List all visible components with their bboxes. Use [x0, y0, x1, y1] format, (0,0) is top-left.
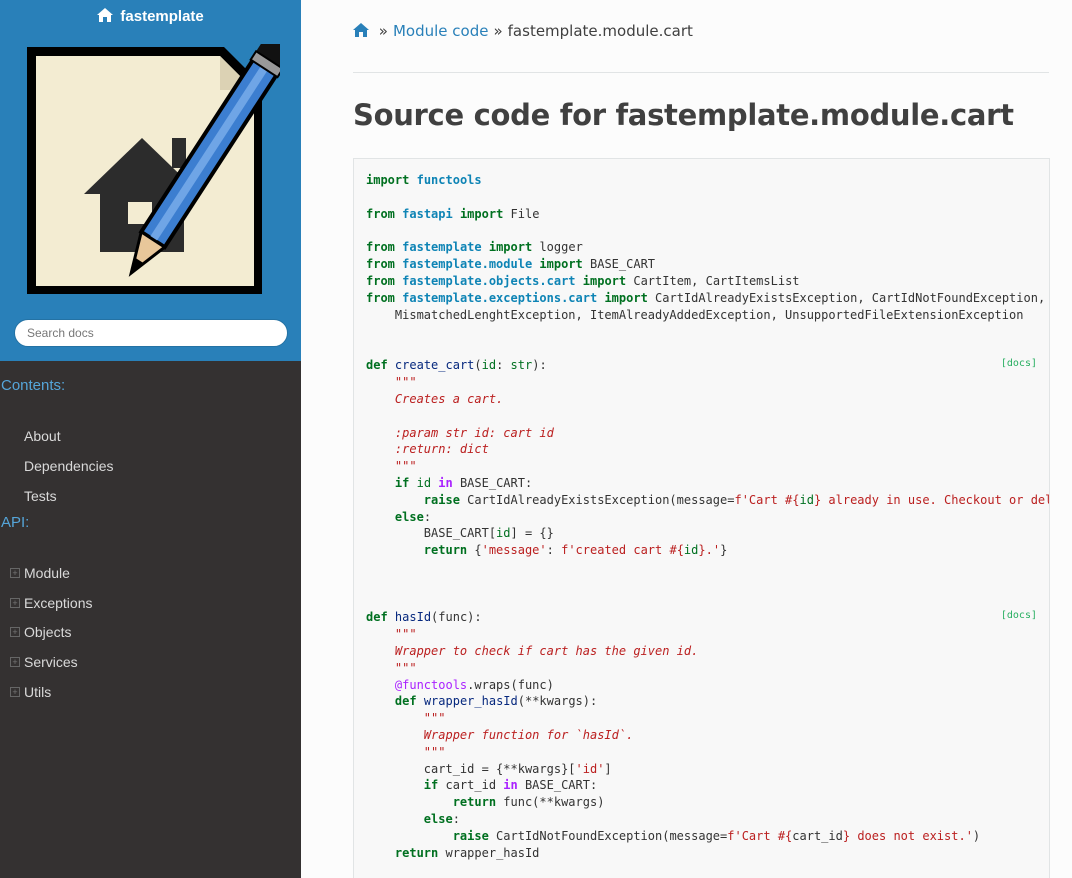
nav-item-label: Objects [24, 624, 72, 640]
home-icon[interactable] [353, 23, 369, 37]
code-line: from fastemplate import logger [366, 240, 583, 254]
code-line: return {'message': f'created cart #{id}.… [423, 543, 728, 557]
expand-icon[interactable]: + [10, 627, 20, 637]
breadcrumb-module-code-link[interactable]: Module code [393, 22, 489, 40]
code-line: :param str id: cart id [394, 426, 554, 440]
code-line: from fastapi import File [366, 207, 540, 221]
code-line: """ [394, 661, 417, 675]
nav-item-dependencies[interactable]: Dependencies [0, 452, 301, 480]
nav-item-module[interactable]: + Module [0, 559, 301, 587]
nav-item-utils[interactable]: + Utils [0, 678, 301, 706]
code-line: return wrapper_hasId [394, 846, 540, 860]
sidebar: fastemplate Contents: About De [0, 0, 301, 878]
code-line: from fastemplate.module import BASE_CART [366, 257, 656, 271]
nav-item-label: Module [24, 565, 70, 581]
breadcrumb-separator: » [493, 22, 503, 40]
project-logo [27, 44, 280, 294]
code-line: raise CartIdNotFoundException(message=f'… [452, 829, 981, 843]
nav-item-about[interactable]: About [0, 422, 301, 450]
code-line: Wrapper to check if cart has the given i… [394, 644, 699, 658]
code-line: Creates a cart. [394, 392, 504, 406]
code-line: MismatchedLenghtException, ItemAlreadyAd… [366, 308, 1024, 322]
code-line: def wrapper_hasId(**kwargs): [394, 694, 598, 708]
source-code-block: import functools from fastapi import Fil… [353, 158, 1050, 878]
expand-icon[interactable]: + [10, 687, 20, 697]
code-line: BASE_CART[id] = {} [366, 526, 554, 540]
code-line: import functools [366, 173, 482, 187]
code-line: """ [423, 711, 446, 725]
nav-item-objects[interactable]: + Objects [0, 618, 301, 646]
code-line: from fastemplate.objects.cart import Car… [366, 274, 800, 288]
search-input[interactable] [14, 319, 288, 347]
sidebar-header: fastemplate [0, 0, 301, 361]
code-line: def hasId(func): [366, 610, 482, 624]
docs-link[interactable]: [docs] [1001, 358, 1037, 369]
code-line: """ [423, 745, 446, 759]
code-line: """ [394, 459, 417, 473]
nav-item-label: Exceptions [24, 595, 93, 611]
breadcrumb-current: fastemplate.module.cart [507, 22, 693, 40]
code-line: if id in BASE_CART: [394, 476, 533, 490]
breadcrumb: » Module code» fastemplate.module.cart [353, 22, 693, 40]
brand-name: fastemplate [120, 8, 204, 25]
home-icon [97, 8, 114, 22]
code-line: Wrapper function for `hasId`. [423, 728, 634, 742]
brand-link[interactable]: fastemplate [0, 8, 301, 25]
code-line: """ [394, 375, 417, 389]
expand-icon[interactable]: + [10, 568, 20, 578]
nav-item-services[interactable]: + Services [0, 648, 301, 676]
code-line: from fastemplate.exceptions.cart import … [366, 291, 1046, 305]
code-line: else: [394, 510, 432, 524]
code-line: :return: dict [394, 442, 489, 456]
nav-item-tests[interactable]: Tests [0, 482, 301, 510]
nav-item-exceptions[interactable]: + Exceptions [0, 589, 301, 617]
code-line: raise CartIdAlreadyExistsException(messa… [423, 493, 1049, 507]
code-line: @functools.wraps(func) [394, 678, 554, 692]
code-line: else: [423, 812, 460, 826]
nav-item-label: Utils [24, 684, 52, 700]
docs-link[interactable]: [docs] [1001, 610, 1037, 621]
page-title: Source code for fastemplate.module.cart [353, 98, 1014, 132]
main-content: » Module code» fastemplate.module.cart Sou… [301, 0, 1072, 878]
caption-api: API: [1, 514, 30, 531]
code-line: cart_id = {**kwargs}['id'] [366, 762, 612, 776]
breadcrumb-separator: » [378, 22, 388, 40]
code-line: return func(**kwargs) [452, 795, 605, 809]
expand-icon[interactable]: + [10, 657, 20, 667]
caption-contents: Contents: [1, 377, 66, 394]
expand-icon[interactable]: + [10, 598, 20, 608]
nav-item-label: Services [24, 654, 78, 670]
code-line: """ [394, 627, 417, 641]
code-line: if cart_id in BASE_CART: [423, 778, 598, 792]
divider [353, 72, 1049, 73]
code-line: def create_cart(id: str): [366, 358, 547, 372]
